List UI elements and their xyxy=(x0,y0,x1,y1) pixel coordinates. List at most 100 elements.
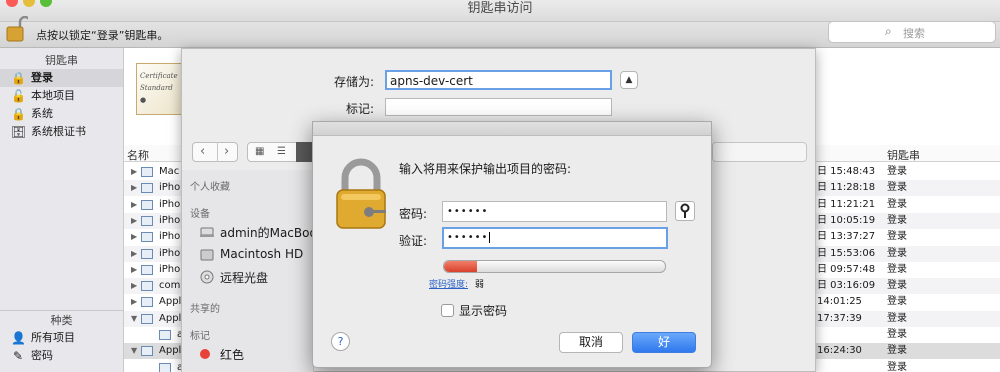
row-name: Appl xyxy=(159,345,182,357)
disclosure-triangle-icon[interactable]: ▼ xyxy=(131,311,137,327)
row-keychain: 登录 xyxy=(887,247,907,259)
certificate-icon xyxy=(141,232,153,243)
row-name: iPho xyxy=(159,247,181,259)
disclosure-triangle-icon[interactable]: ▶ xyxy=(131,164,137,180)
column-header-name[interactable]: 名称 xyxy=(127,147,149,163)
row-name: Appl xyxy=(159,296,182,308)
sidebar-item-label: 登录 xyxy=(31,71,53,84)
back-button[interactable]: ‹ xyxy=(200,143,205,161)
certificate-icon xyxy=(141,183,153,194)
row-keychain: 登录 xyxy=(887,345,907,357)
forward-button[interactable]: › xyxy=(224,143,229,161)
disclosure-triangle-icon[interactable]: ▶ xyxy=(131,213,137,229)
sidebar-item-label: 系统根证书 xyxy=(31,125,86,138)
strength-meter xyxy=(443,260,666,273)
disclosure-triangle-icon[interactable]: ▶ xyxy=(131,197,137,213)
row-date: 日 09:57:48 xyxy=(817,263,876,275)
keychains-header: 钥匙串 xyxy=(45,54,78,67)
tags-label: 标记: xyxy=(346,102,375,116)
sidebar-item-local[interactable]: 🔓 本地项目 xyxy=(0,87,123,105)
tags-header: 标记 xyxy=(190,331,210,342)
certificate-icon xyxy=(141,264,153,275)
row-keychain: 登录 xyxy=(887,312,907,324)
person-icon: 👤 xyxy=(11,331,26,345)
row-name: iPho xyxy=(159,198,181,210)
sidebar-item-system-roots[interactable]: 🗄 系统根证书 xyxy=(0,123,123,141)
category-header: 种类 xyxy=(50,314,73,327)
certificate-icon xyxy=(141,346,153,357)
laptop-icon xyxy=(200,227,214,237)
red-tag-icon xyxy=(200,349,210,359)
expand-button[interactable]: ▲ xyxy=(620,71,638,89)
certificate-icon xyxy=(141,248,153,259)
row-keychain: 登录 xyxy=(887,182,907,194)
strength-link[interactable]: 密码强度: xyxy=(429,280,468,290)
save-sidebar: 个人收藏 设备 admin的MacBook Macintosh HD 远程光盘 … xyxy=(182,170,324,372)
verify-field[interactable]: •••••• xyxy=(442,227,668,249)
certificate-icon xyxy=(141,297,153,308)
cabinet-icon: 🗄 xyxy=(11,125,27,139)
row-keychain: 登录 xyxy=(887,280,907,292)
text-cursor xyxy=(489,232,491,243)
show-password-label[interactable]: 显示密码 xyxy=(459,302,507,319)
row-date: 日 15:48:43 xyxy=(817,166,876,177)
ok-button[interactable]: 好 xyxy=(632,332,696,353)
row-name: Appl xyxy=(159,312,182,324)
password-dialog: 输入将用来保护输出项目的密码: 密码: •••••• 验证: •••••• 密码… xyxy=(312,121,712,368)
sidebar-item-all[interactable]: 👤 所有项目 xyxy=(0,329,123,347)
window-title: 钥匙串访问 xyxy=(467,1,533,16)
sidebar-item-login[interactable]: 🔒 登录 xyxy=(0,69,123,87)
row-date: 日 10:05:19 xyxy=(817,214,876,226)
help-button[interactable]: ? xyxy=(331,332,350,351)
pen-icon: ✎ xyxy=(12,349,24,363)
certificate-icon xyxy=(141,215,153,226)
row-name: iPho xyxy=(159,263,181,275)
disclosure-triangle-icon[interactable]: ▶ xyxy=(131,180,137,196)
location-popup[interactable] xyxy=(712,142,807,162)
disclosure-triangle-icon[interactable]: ▼ xyxy=(131,343,137,359)
disclosure-triangle-icon[interactable]: ▶ xyxy=(131,229,137,245)
row-date: 日 03:16:09 xyxy=(817,280,876,292)
sidebar-item-label: 本地项目 xyxy=(31,89,75,102)
lock-icon: 🔒 xyxy=(11,107,26,121)
tags-input[interactable] xyxy=(385,98,612,116)
column-header-keychain[interactable]: 钥匙串 xyxy=(887,147,920,163)
row-keychain: 登录 xyxy=(887,329,907,340)
row-keychain: 登录 xyxy=(887,296,907,308)
show-password-checkbox[interactable] xyxy=(441,304,454,317)
disclosure-triangle-icon[interactable]: ▶ xyxy=(131,278,137,294)
favorites-header: 个人收藏 xyxy=(190,182,230,193)
unlock-icon: 🔓 xyxy=(11,89,26,103)
title-bar: 钥匙串访问 xyxy=(0,0,1000,22)
disclosure-triangle-icon[interactable]: ▶ xyxy=(131,262,137,278)
tag-label: 红色 xyxy=(220,348,245,362)
password-field[interactable]: •••••• xyxy=(442,201,667,222)
cancel-button[interactable]: 取消 xyxy=(559,332,623,353)
dialog-title-bar xyxy=(313,122,711,136)
device-label: Macintosh HD xyxy=(220,247,304,261)
row-keychain: 登录 xyxy=(887,214,907,226)
dialog-title: 输入将用来保护输出项目的密码: xyxy=(399,162,572,176)
row-date: 14:01:25 xyxy=(817,296,862,308)
key-button[interactable] xyxy=(675,201,695,221)
sidebar-item-system[interactable]: 🔒 系统 xyxy=(0,105,123,123)
toolbar: 点按以锁定“登录”钥匙串。 ⌕ 搜索 xyxy=(0,16,1000,48)
save-as-input[interactable]: apns-dev-cert xyxy=(385,70,612,90)
certificate-icon xyxy=(159,362,171,372)
sidebar-item-label: 系统 xyxy=(31,107,53,120)
sidebar-item-passwords[interactable]: ✎ 密码 xyxy=(0,347,123,365)
devices-header: 设备 xyxy=(190,209,210,220)
row-keychain: 登录 xyxy=(887,231,907,243)
icon-view-icon[interactable]: ▦ xyxy=(255,146,264,157)
unlock-icon[interactable] xyxy=(6,16,28,42)
strength-meter-fill xyxy=(444,261,478,272)
row-date: 日 11:21:21 xyxy=(817,198,876,210)
strength-row: 密码强度: 弱 xyxy=(429,277,484,290)
row-date: 16:24:30 xyxy=(817,345,862,357)
disclosure-triangle-icon[interactable]: ▶ xyxy=(131,294,137,310)
row-name: iPho xyxy=(159,231,181,243)
disclosure-triangle-icon[interactable]: ▶ xyxy=(131,246,137,262)
list-view-icon[interactable]: ☰ xyxy=(277,146,286,157)
search-input[interactable]: ⌕ 搜索 xyxy=(828,21,996,43)
strength-value: 弱 xyxy=(474,280,484,290)
